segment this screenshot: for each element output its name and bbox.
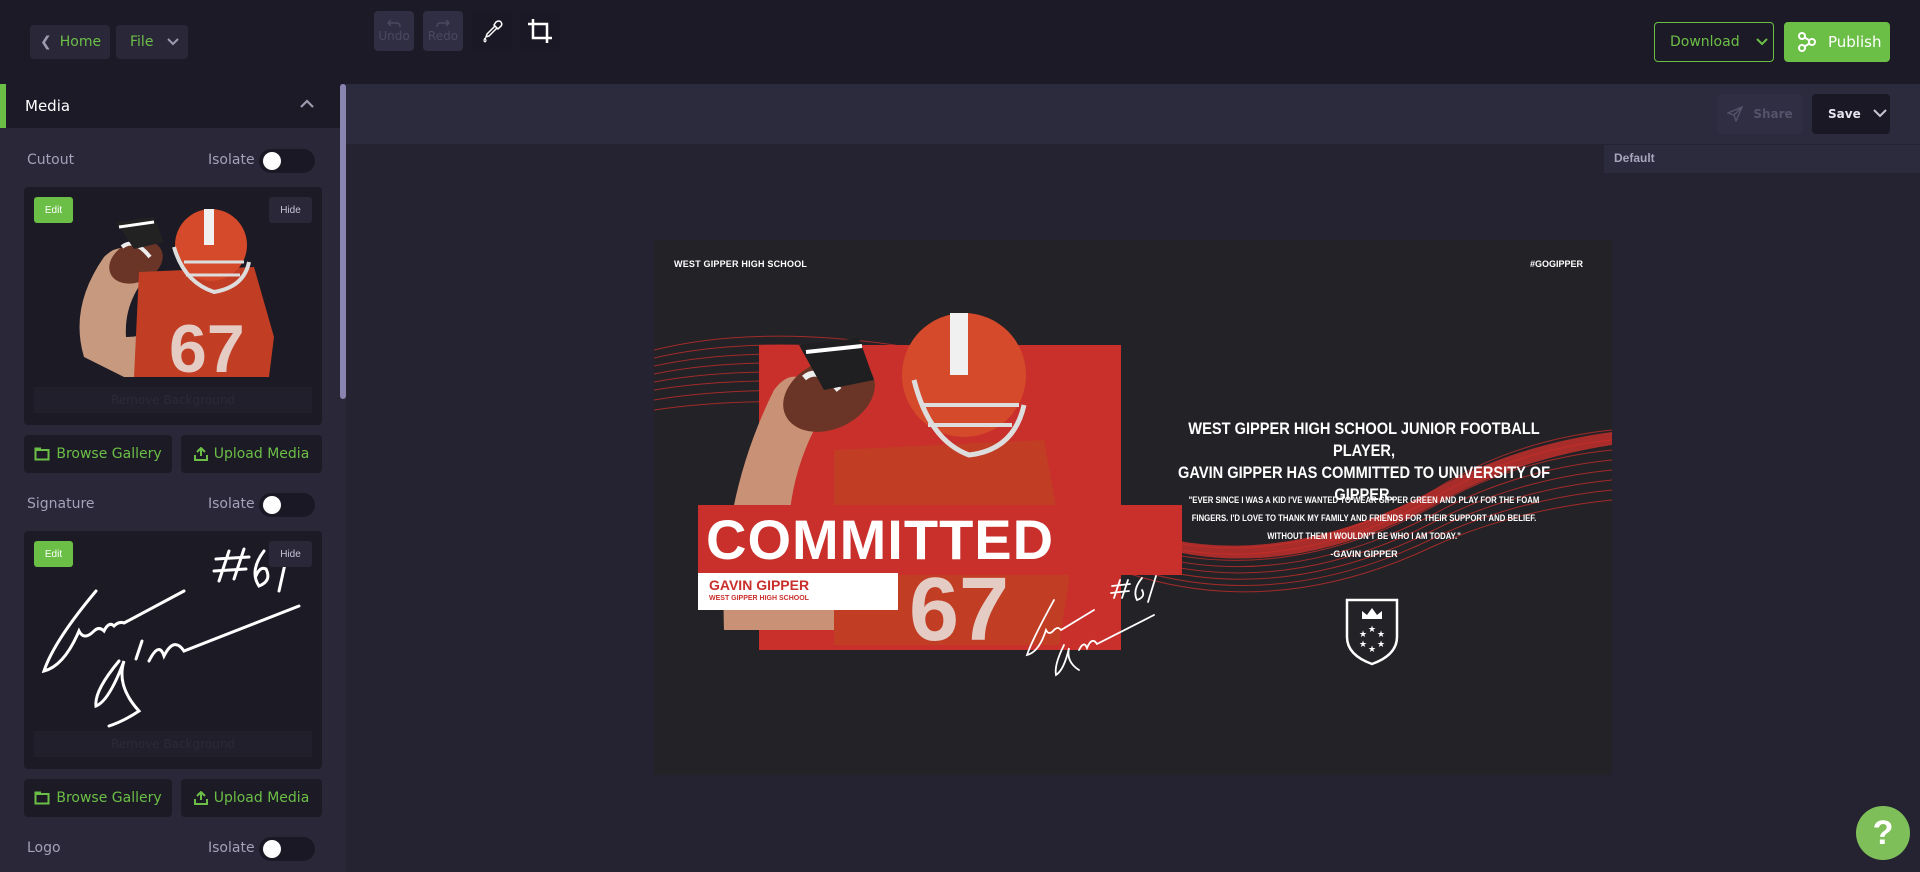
undo-icon xyxy=(387,19,401,28)
signature-hide-button[interactable]: Hide xyxy=(269,541,312,567)
chevron-down-icon xyxy=(1755,34,1768,50)
committed-headline[interactable]: COMMITTED xyxy=(706,506,1054,574)
player-school[interactable]: WEST GIPPER HIGH SCHOOL xyxy=(709,595,809,602)
signature-upload-media-button[interactable]: Upload Media xyxy=(181,779,322,817)
chevron-left-icon: ❮ xyxy=(40,34,52,50)
folder-icon xyxy=(34,447,50,461)
design-canvas[interactable]: WEST GIPPER HIGH SCHOOL #GOGIPPER 67 COM… xyxy=(654,240,1612,775)
publish-label: Publish xyxy=(1828,33,1882,51)
home-button[interactable]: ❮ Home xyxy=(30,25,110,59)
toggle-knob xyxy=(263,840,281,858)
canvas-quote[interactable]: "EVER SINCE I WAS A KID I'VE WANTED TO W… xyxy=(1183,491,1544,545)
cutout-edit-button[interactable]: Edit xyxy=(34,197,73,223)
signature-isolate-toggle[interactable] xyxy=(259,493,315,517)
cutout-upload-media-button[interactable]: Upload Media xyxy=(181,435,322,473)
crop-icon xyxy=(528,19,552,43)
undo-label: Undo xyxy=(378,29,410,43)
crop-button[interactable] xyxy=(520,11,560,51)
layer-name-label[interactable]: Default xyxy=(1614,151,1655,165)
chevron-down-icon xyxy=(1872,107,1887,121)
help-button[interactable]: ? xyxy=(1856,806,1910,860)
cutout-remove-background-button[interactable]: Remove Background xyxy=(34,387,312,413)
svg-text:★: ★ xyxy=(1359,640,1367,650)
canvas-school-title[interactable]: WEST GIPPER HIGH SCHOOL xyxy=(674,259,807,269)
media-section-header[interactable]: Media xyxy=(0,84,340,128)
color-picker-button[interactable] xyxy=(472,11,512,51)
signature-label: Signature xyxy=(27,496,95,512)
publish-button[interactable]: Publish xyxy=(1784,22,1890,62)
svg-text:★: ★ xyxy=(1368,625,1376,635)
svg-text:67: 67 xyxy=(169,311,245,387)
active-accent-bar xyxy=(0,84,6,128)
player-name[interactable]: GAVIN GIPPER xyxy=(709,577,809,593)
toggle-knob xyxy=(263,496,281,514)
shield-crown-logo-icon[interactable]: ★ ★ ★ ★ ★ ★ xyxy=(1344,597,1400,667)
cutout-browse-gallery-button[interactable]: Browse Gallery xyxy=(24,435,172,473)
cutout-isolate-toggle[interactable] xyxy=(259,149,315,173)
media-sidebar: Media Cutout Isolate 67 Edit Hide Remove… xyxy=(0,84,340,872)
isolate-label: Isolate xyxy=(208,496,255,512)
isolate-label: Isolate xyxy=(208,152,255,168)
home-label: Home xyxy=(59,34,102,50)
logo-isolate-toggle[interactable] xyxy=(259,837,315,861)
download-button[interactable]: Download xyxy=(1654,22,1774,62)
media-section-title: Media xyxy=(25,97,71,115)
editor-toolbar xyxy=(346,84,1920,144)
canvas-hashtag[interactable]: #GOGIPPER xyxy=(1530,259,1583,269)
signature-edit-button[interactable]: Edit xyxy=(34,541,73,567)
chevron-up-icon[interactable] xyxy=(300,96,314,112)
undo-button[interactable]: Undo xyxy=(374,11,414,51)
toggle-knob xyxy=(263,152,281,170)
download-label: Download xyxy=(1670,34,1740,50)
svg-text:★: ★ xyxy=(1377,630,1385,640)
isolate-label: Isolate xyxy=(208,840,255,856)
browse-gallery-label: Browse Gallery xyxy=(56,446,162,462)
upload-icon xyxy=(193,791,208,805)
cutout-hide-button[interactable]: Hide xyxy=(269,197,312,223)
logo-label: Logo xyxy=(27,840,61,856)
top-bar xyxy=(0,0,1920,84)
canvas-signature[interactable] xyxy=(1024,570,1164,680)
save-label: Save xyxy=(1828,107,1861,121)
share-button[interactable]: Share xyxy=(1717,94,1803,134)
redo-button[interactable]: Redo xyxy=(423,11,463,51)
send-icon xyxy=(1727,106,1744,122)
file-label: File xyxy=(130,34,154,50)
eyedropper-icon xyxy=(483,20,503,43)
svg-text:★: ★ xyxy=(1368,645,1376,655)
svg-text:★: ★ xyxy=(1377,640,1385,650)
headline-line-1: WEST GIPPER HIGH SCHOOL JUNIOR FOOTBALL … xyxy=(1188,419,1540,460)
signature-remove-background-button[interactable]: Remove Background xyxy=(34,731,312,757)
share-label: Share xyxy=(1753,107,1793,121)
upload-media-label: Upload Media xyxy=(213,446,310,462)
share-nodes-icon xyxy=(1798,32,1816,52)
folder-icon xyxy=(34,791,50,805)
save-button[interactable]: Save xyxy=(1812,94,1890,134)
cutout-preview-card: 67 Edit Hide Remove Background xyxy=(24,187,322,425)
upload-media-label: Upload Media xyxy=(213,790,310,806)
cutout-label: Cutout xyxy=(27,152,75,168)
upload-icon xyxy=(193,447,208,461)
signature-browse-gallery-button[interactable]: Browse Gallery xyxy=(24,779,172,817)
redo-label: Redo xyxy=(427,29,459,43)
canvas-quote-author[interactable]: -GAVIN GIPPER xyxy=(1154,549,1574,559)
chevron-down-icon xyxy=(167,34,180,50)
redo-icon xyxy=(436,19,450,28)
signature-preview-card: Edit Hide Remove Background xyxy=(24,531,322,769)
browse-gallery-label: Browse Gallery xyxy=(56,790,162,806)
file-menu-button[interactable]: File xyxy=(116,25,188,59)
svg-text:★: ★ xyxy=(1359,630,1367,640)
